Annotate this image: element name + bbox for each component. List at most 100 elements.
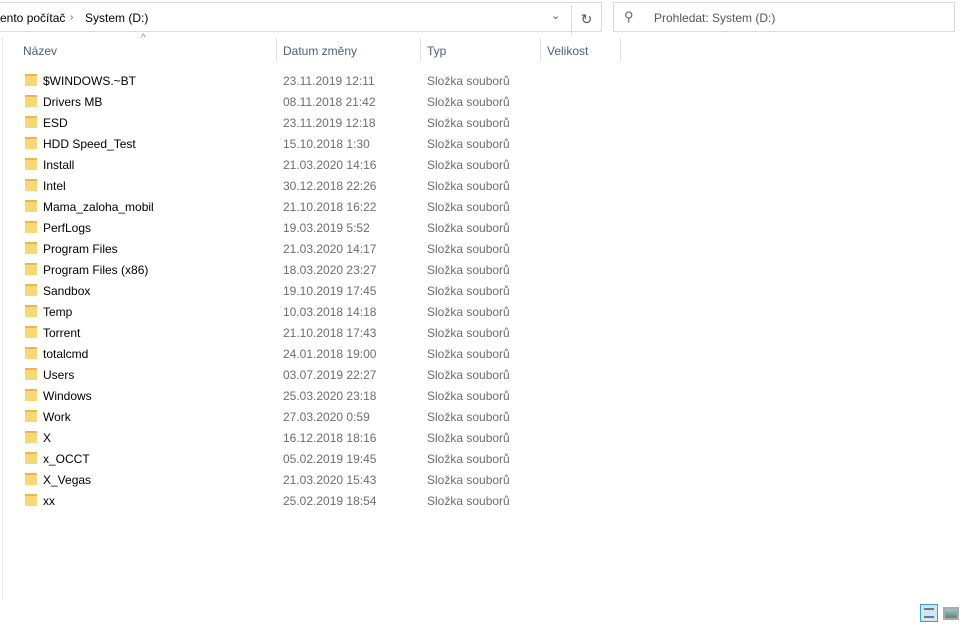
file-type: Složka souborů — [427, 368, 510, 382]
file-date: 19.03.2019 5:52 — [283, 221, 370, 235]
file-row[interactable]: Drivers MB 08.11.2018 21:42 Složka soubo… — [20, 92, 540, 113]
column-header-name[interactable]: Název — [23, 44, 57, 58]
file-type: Složka souborů — [427, 410, 510, 424]
file-name: Drivers MB — [43, 95, 103, 109]
file-type: Složka souborů — [427, 116, 510, 130]
file-name: totalcmd — [43, 347, 89, 361]
file-row[interactable]: $WINDOWS.~BT 23.11.2019 12:11 Složka sou… — [20, 71, 540, 92]
file-date: 15.10.2018 1:30 — [283, 137, 370, 151]
file-name: Temp — [43, 305, 73, 319]
file-name: X — [43, 431, 52, 445]
refresh-button[interactable]: ↻ — [571, 5, 601, 35]
file-row[interactable]: HDD Speed_Test 15.10.2018 1:30 Složka so… — [20, 134, 540, 155]
folder-icon — [25, 95, 37, 107]
file-row[interactable]: PerfLogs 19.03.2019 5:52 Složka souborů — [20, 218, 540, 239]
file-date: 21.03.2020 14:17 — [283, 242, 377, 256]
file-row[interactable]: Temp 10.03.2018 14:18 Složka souborů — [20, 302, 540, 323]
file-type: Složka souborů — [427, 158, 510, 172]
file-row[interactable]: Program Files 21.03.2020 14:17 Složka so… — [20, 239, 540, 260]
file-name: Program Files — [43, 242, 118, 256]
search-input[interactable]: Prohledat: System (D:) — [654, 11, 775, 25]
file-name: xx — [43, 494, 55, 508]
file-row[interactable]: x_OCCT 05.02.2019 19:45 Složka souborů — [20, 449, 540, 470]
file-name: PerfLogs — [43, 221, 92, 235]
file-name: x_OCCT — [43, 452, 90, 466]
folder-icon — [25, 158, 37, 170]
file-type: Složka souborů — [427, 137, 510, 151]
file-name: HDD Speed_Test — [43, 137, 136, 151]
breadcrumb-system-d[interactable]: System (D:) — [85, 11, 148, 25]
file-date: 18.03.2020 23:27 — [283, 263, 377, 277]
column-header-date[interactable]: Datum změny — [283, 44, 357, 58]
file-name: Torrent — [43, 326, 81, 340]
folder-icon — [25, 179, 37, 191]
file-type: Složka souborů — [427, 200, 510, 214]
address-bar[interactable]: ento počítač › System (D:) ⌄ ↻ — [0, 2, 602, 35]
file-row[interactable]: Sandbox 19.10.2019 17:45 Složka souborů — [20, 281, 540, 302]
file-type: Složka souborů — [427, 263, 510, 277]
file-type: Složka souborů — [427, 473, 510, 487]
folder-icon — [25, 137, 37, 149]
file-name: ESD — [43, 116, 68, 130]
column-header-type[interactable]: Typ — [427, 44, 446, 58]
file-type: Složka souborů — [427, 389, 510, 403]
file-type: Složka souborů — [427, 95, 510, 109]
column-divider[interactable] — [620, 38, 621, 62]
file-type: Složka souborů — [427, 347, 510, 361]
column-divider[interactable] — [276, 38, 277, 62]
folder-icon — [25, 473, 37, 485]
file-row[interactable]: Program Files (x86) 18.03.2020 23:27 Slo… — [20, 260, 540, 281]
file-date: 21.10.2018 17:43 — [283, 326, 377, 340]
column-divider[interactable] — [420, 38, 421, 62]
file-row[interactable]: X 16.12.2018 18:16 Složka souborů — [20, 428, 540, 449]
file-date: 23.11.2019 12:11 — [283, 74, 375, 88]
column-divider[interactable] — [540, 38, 541, 62]
file-date: 21.10.2018 16:22 — [283, 200, 377, 214]
file-type: Složka souborů — [427, 179, 510, 193]
file-type: Složka souborů — [427, 452, 510, 466]
refresh-icon: ↻ — [580, 11, 593, 27]
file-date: 25.02.2019 18:54 — [283, 494, 377, 508]
file-type: Složka souborů — [427, 221, 510, 235]
file-row[interactable]: Work 27.03.2020 0:59 Složka souborů — [20, 407, 540, 428]
breadcrumb-this-pc[interactable]: ento počítač — [0, 11, 65, 25]
file-date: 19.10.2019 17:45 — [283, 284, 377, 298]
folder-icon — [25, 431, 37, 443]
column-header-size[interactable]: Velikost — [547, 44, 588, 58]
search-box[interactable]: ⚲ Prohledat: System (D:) — [613, 2, 955, 32]
pane-divider — [2, 38, 3, 600]
file-date: 27.03.2020 0:59 — [283, 410, 370, 424]
file-row[interactable]: Windows 25.03.2020 23:18 Složka souborů — [20, 386, 540, 407]
chevron-down-icon[interactable]: ⌄ — [551, 9, 560, 22]
folder-icon — [25, 347, 37, 359]
file-row[interactable]: Intel 30.12.2018 22:26 Složka souborů — [20, 176, 540, 197]
file-type: Složka souborů — [427, 494, 510, 508]
folder-icon — [25, 284, 37, 296]
file-type: Složka souborů — [427, 431, 510, 445]
folder-icon — [25, 494, 37, 506]
file-date: 10.03.2018 14:18 — [283, 305, 377, 319]
file-row[interactable]: Users 03.07.2019 22:27 Složka souborů — [20, 365, 540, 386]
file-row[interactable]: xx 25.02.2019 18:54 Složka souborů — [20, 491, 540, 512]
large-icons-view-button[interactable] — [943, 607, 959, 620]
file-row[interactable]: Install 21.03.2020 14:16 Složka souborů — [20, 155, 540, 176]
file-row[interactable]: Mama_zaloha_mobil 21.10.2018 16:22 Složk… — [20, 197, 540, 218]
folder-icon — [25, 221, 37, 233]
file-type: Složka souborů — [427, 242, 510, 256]
folder-icon — [25, 389, 37, 401]
folder-icon — [25, 200, 37, 212]
file-date: 08.11.2018 21:42 — [283, 95, 376, 109]
file-row[interactable]: Torrent 21.10.2018 17:43 Složka souborů — [20, 323, 540, 344]
file-row[interactable]: X_Vegas 21.03.2020 15:43 Složka souborů — [20, 470, 540, 491]
details-view-icon — [924, 608, 934, 618]
breadcrumb-separator-icon: › — [70, 12, 74, 23]
folder-icon — [25, 116, 37, 128]
file-date: 23.11.2019 12:18 — [283, 116, 376, 130]
folder-icon — [25, 452, 37, 464]
file-type: Složka souborů — [427, 74, 510, 88]
file-date: 03.07.2019 22:27 — [283, 368, 377, 382]
file-row[interactable]: totalcmd 24.01.2018 19:00 Složka souborů — [20, 344, 540, 365]
file-name: Users — [43, 368, 75, 382]
details-view-button[interactable] — [920, 604, 938, 622]
file-row[interactable]: ESD 23.11.2019 12:18 Složka souborů — [20, 113, 540, 134]
